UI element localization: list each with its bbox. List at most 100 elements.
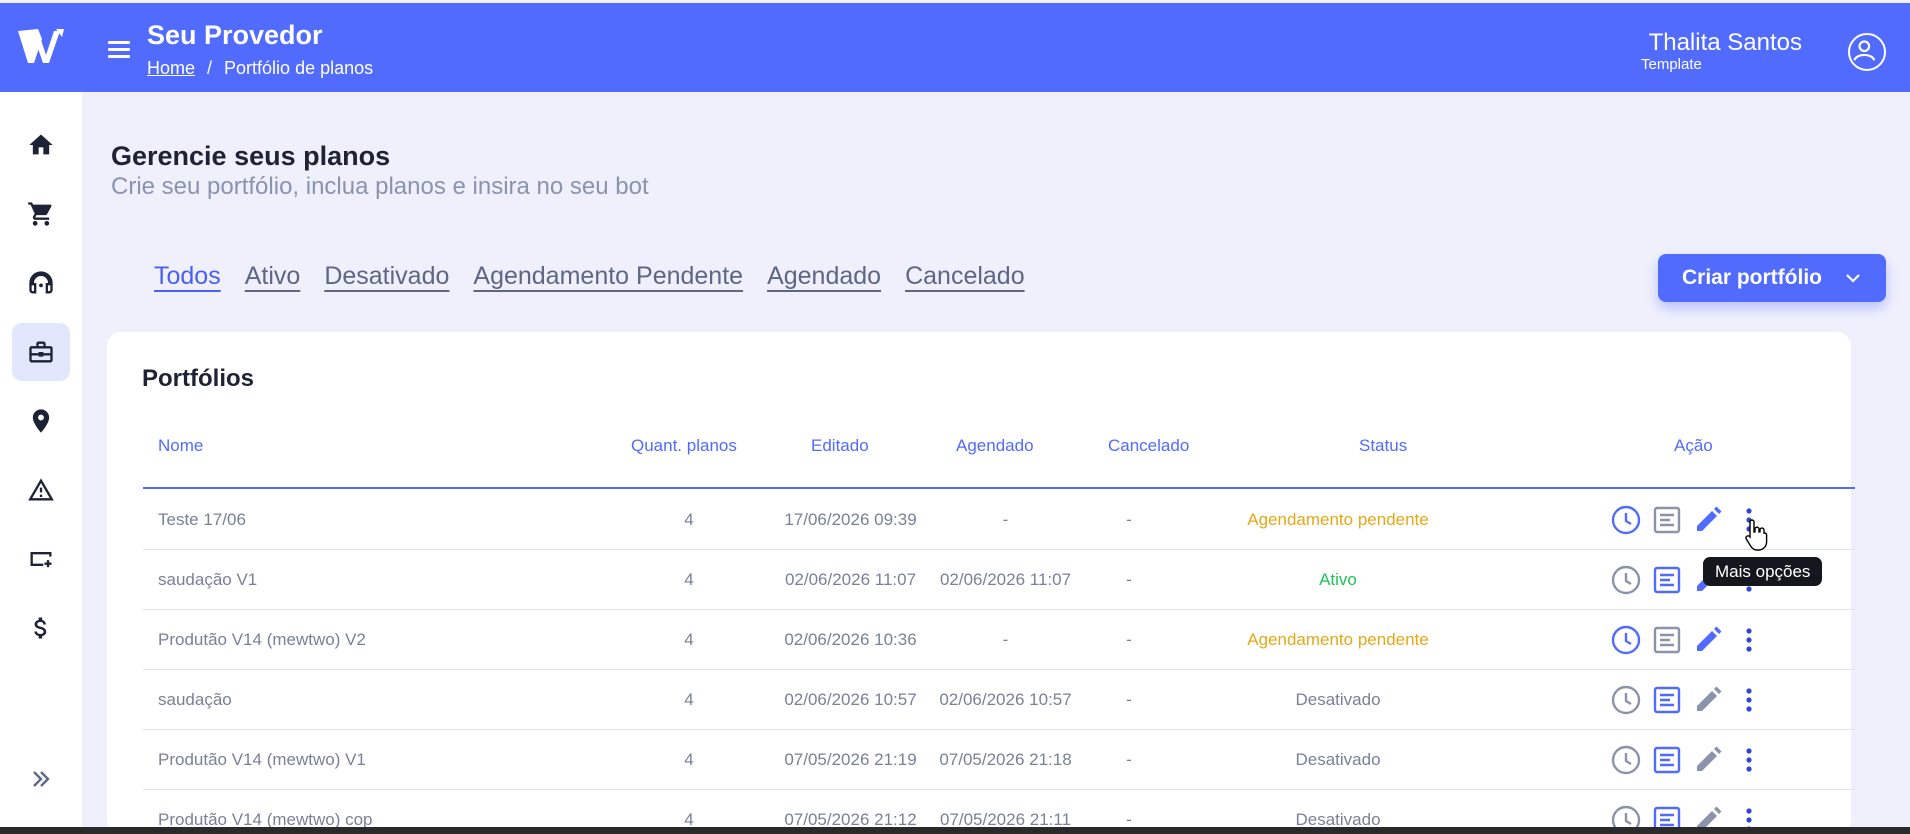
create-portfolio-label: Criar portfólio [1682,266,1822,289]
page-title: Gerencie seus planos [111,141,391,171]
edit-pencil-icon[interactable] [1692,684,1724,716]
edit-pencil-icon[interactable] [1692,624,1724,656]
dollar-icon [34,617,47,639]
cell-cancelado: - [1126,570,1132,589]
cell-quant-planos: 4 [684,510,694,529]
chevron-down-icon [1846,274,1860,283]
cell-name: Produtão V14 (mewtwo) V2 [158,630,366,649]
tab-agendamento-pendente[interactable]: Agendamento Pendente [473,262,743,291]
cell-name: saudação [158,690,232,709]
cell-status: Agendamento pendente [1247,510,1429,529]
more-options-tooltip: Mais opções [1703,557,1823,586]
column-header-editado[interactable]: Editado [811,436,869,456]
table-row[interactable]: saudação 4 02/06/2026 10:57 02/06/2026 10:5… [143,670,1855,730]
cell-cancelado: - [1126,690,1132,709]
breadcrumb-home-link[interactable]: Home [147,58,195,78]
tab-todos[interactable]: Todos [154,262,221,291]
view-document-icon[interactable] [1651,744,1683,776]
cell-name: Teste 17/06 [158,510,246,529]
cell-editado: 17/06/2026 09:39 [784,510,917,529]
warning-icon [28,478,54,501]
cell-editado: 07/05/2026 21:19 [784,750,917,769]
user-avatar-icon[interactable] [1848,33,1886,71]
sidebar-expand-button[interactable] [12,750,70,808]
cell-status: Ativo [1319,570,1357,589]
cart-icon [28,202,52,226]
top-app-bar: Seu Provedor Home / Portfólio de planos Th… [0,3,1910,92]
schedule-clock-icon[interactable] [1610,684,1642,716]
menu-icon[interactable] [104,37,134,67]
location-pin-icon [32,409,50,433]
window-bottom-edge [0,827,1910,834]
cell-status: Desativado [1295,690,1381,709]
cell-name: saudação V1 [158,570,258,589]
sidebar-item-support[interactable] [12,254,70,312]
cell-quant-planos: 4 [684,750,694,769]
tab-ativo[interactable]: Ativo [245,262,301,291]
more-options-icon[interactable] [1733,624,1765,656]
app-title: Seu Provedor [147,20,323,50]
cell-agendado: - [1002,630,1009,649]
cell-cancelado: - [1126,630,1132,649]
table-row[interactable]: Teste 17/06 4 17/06/2026 09:39 - - Agendament… [143,490,1855,550]
sidebar-item-cart[interactable] [12,185,70,243]
column-header-nome[interactable]: Nome [158,436,203,456]
sidebar [0,92,82,834]
card-title: Portfólios [142,365,254,392]
cell-agendado: - [1002,510,1009,529]
column-header-quant-planos[interactable]: Quant. planos [631,436,737,456]
sidebar-item-home[interactable] [12,116,70,174]
edit-pencil-icon[interactable] [1692,744,1724,776]
view-document-icon[interactable] [1651,564,1683,596]
schedule-clock-icon[interactable] [1610,564,1642,596]
schedule-clock-icon[interactable] [1610,504,1642,536]
cell-status: Agendamento pendente [1247,630,1429,649]
user-name: Thalita Santos [1648,29,1802,56]
cell-agendado: 02/06/2026 10:57 [939,690,1072,709]
sidebar-item-alerts[interactable] [12,461,70,519]
column-header-agendado[interactable]: Agendado [956,436,1034,456]
create-portfolio-button[interactable]: Criar portfólio [1658,254,1886,302]
header-divider [143,487,1855,489]
column-header-cancelado[interactable]: Cancelado [1108,436,1189,456]
table-row[interactable]: Produtão V14 (mewtwo) V2 4 02/06/2026 10:3… [143,610,1855,670]
schedule-clock-icon[interactable] [1610,624,1642,656]
portfolios-card: Portfólios Nome Quant. planos Editado Ag… [107,332,1855,834]
page-subtitle: Crie seu portfólio, inclua planos e insi… [111,173,649,200]
view-document-icon[interactable] [1651,504,1683,536]
home-icon [29,134,53,155]
cell-quant-planos: 4 [684,690,694,709]
view-document-icon[interactable] [1651,684,1683,716]
schedule-clock-icon[interactable] [1610,744,1642,776]
table-row[interactable]: Produtão V14 (mewtwo) V1 4 07/05/2026 21:1… [143,730,1855,790]
tab-desativado[interactable]: Desativado [324,262,449,291]
column-header-acao: Ação [1674,436,1713,455]
cell-quant-planos: 4 [684,570,694,589]
double-chevron-right-icon [33,771,50,787]
edit-pencil-icon[interactable] [1692,504,1724,536]
card-plus-icon [30,552,52,568]
cell-editado: 02/06/2026 10:36 [784,630,917,649]
cell-cancelado: - [1126,510,1132,529]
more-options-icon[interactable] [1733,684,1765,716]
cell-quant-planos: 4 [684,630,694,649]
view-document-icon[interactable] [1651,624,1683,656]
column-header-status[interactable]: Status [1359,436,1407,456]
cell-editado: 02/06/2026 10:57 [784,690,917,709]
app-logo[interactable] [16,25,66,69]
sidebar-item-finance[interactable] [12,599,70,657]
tab-agendado[interactable]: Agendado [767,262,881,291]
sidebar-item-portfolio[interactable] [12,323,70,381]
cell-agendado: 07/05/2026 21:18 [939,750,1072,769]
sidebar-item-plans[interactable] [12,530,70,588]
more-options-icon[interactable] [1733,744,1765,776]
table-row[interactable]: saudação V1 4 02/06/2026 11:07 02/06/2026 1… [143,550,1855,610]
sidebar-item-location[interactable] [12,392,70,450]
status-tabs: Todos Ativo Desativado Agendamento Pende… [154,262,1025,291]
breadcrumb-separator: / [207,58,213,78]
headset-icon [29,271,53,294]
user-role: Template [1641,56,1702,73]
tab-cancelado[interactable]: Cancelado [905,262,1025,291]
cell-name: Produtão V14 (mewtwo) V1 [158,750,366,769]
cell-agendado: 02/06/2026 11:07 [939,570,1072,589]
